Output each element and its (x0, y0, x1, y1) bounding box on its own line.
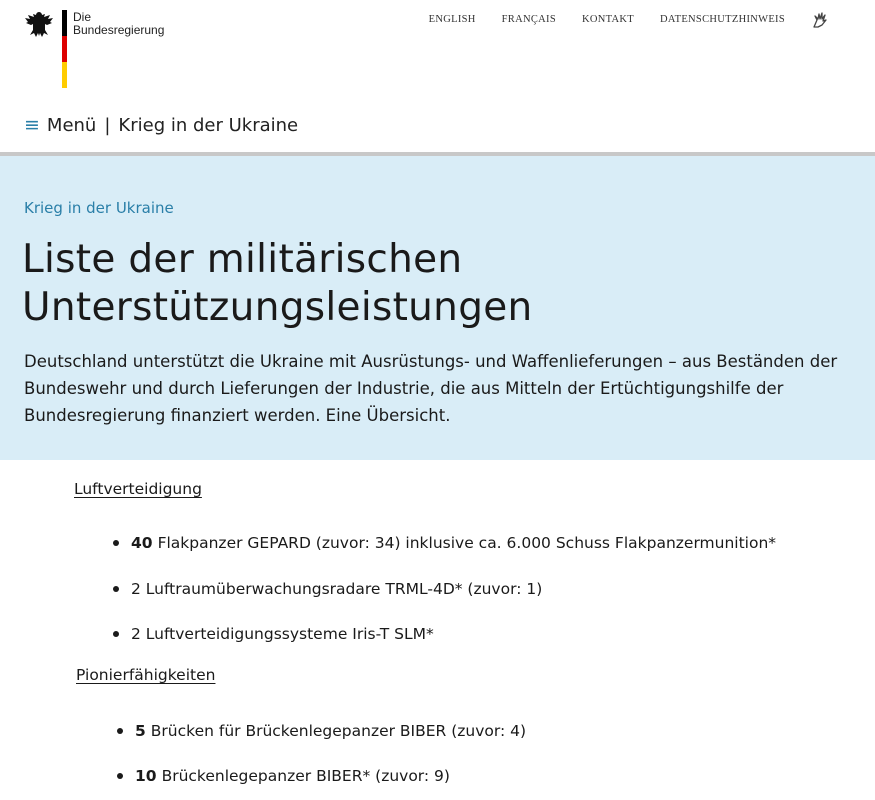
current-section-label[interactable]: Krieg in der Ukraine (118, 115, 298, 136)
list-item: 40 Flakpanzer GEPARD (zuvor: 34) inklusi… (113, 534, 776, 552)
list-item: 2 Luftverteidigungssysteme Iris-T SLM* (113, 625, 434, 643)
bullet (117, 773, 123, 779)
menu-bar: ≡ Menü | Krieg in der Ukraine (24, 114, 298, 136)
hamburger-icon[interactable]: ≡ (24, 114, 40, 136)
item-quantity: 10 (135, 767, 157, 785)
nav-link-datenschutz[interactable]: DATENSCHUTZHINWEIS (660, 14, 785, 25)
item-text: Flakpanzer GEPARD (zuvor: 34) inklusive … (157, 534, 777, 552)
section-heading-pionierfaehigkeiten: Pionierfähigkeiten (76, 666, 216, 684)
item-quantity: 40 (131, 534, 153, 552)
flag-bar (62, 10, 67, 88)
bullet (117, 728, 123, 734)
bullet (113, 586, 119, 592)
hero-banner: Krieg in der Ukraine Liste der militäris… (0, 156, 875, 460)
menu-button[interactable]: Menü (47, 115, 96, 136)
item-text: 2 Luftverteidigungssysteme Iris-T SLM* (131, 625, 434, 643)
intro-paragraph: Deutschland unterstützt die Ukraine mit … (24, 352, 838, 425)
bullet (113, 540, 119, 546)
menu-separator: | (104, 114, 111, 136)
nav-link-english[interactable]: ENGLISH (429, 14, 476, 25)
page-title: Liste der militärischen Unterstützungsle… (22, 236, 533, 332)
page-title-line-2: Unterstützungsleistungen (22, 285, 533, 330)
section-heading-luftverteidigung: Luftverteidigung (74, 480, 202, 498)
bundesregierung-logo[interactable]: Die Bundesregierung (24, 10, 164, 88)
list-item: 10 Brückenlegepanzer BIBER* (zuvor: 9) (117, 767, 450, 785)
breadcrumb-link[interactable]: Krieg in der Ukraine (24, 199, 174, 217)
list-item: 2 Luftraumüberwachungsradare TRML-4D* (z… (113, 580, 542, 598)
item-quantity: 5 (135, 722, 146, 740)
federal-eagle-icon (25, 12, 53, 37)
site-header: Die Bundesregierung ENGLISH FRANÇAIS KON… (0, 0, 875, 156)
logo-line-2: Bundesregierung (73, 23, 165, 37)
sign-language-icon[interactable] (811, 11, 829, 29)
nav-link-kontakt[interactable]: KONTAKT (582, 14, 634, 25)
item-text: 2 Luftraumüberwachungsradare TRML-4D* (z… (131, 580, 543, 598)
list-item: 5 Brücken für Brückenlegepanzer BIBER (z… (117, 722, 526, 740)
logo-text: Die Bundesregierung (73, 11, 164, 88)
item-text: Brückenlegepanzer BIBER* (zuvor: 9) (161, 767, 450, 785)
top-navigation: ENGLISH FRANÇAIS KONTAKT DATENSCHUTZHINW… (429, 14, 785, 25)
bullet (113, 631, 119, 637)
nav-link-francais[interactable]: FRANÇAIS (502, 14, 556, 25)
item-text: Brücken für Brückenlegepanzer BIBER (zuv… (150, 722, 527, 740)
page-title-line-1: Liste der militärischen (22, 237, 463, 282)
